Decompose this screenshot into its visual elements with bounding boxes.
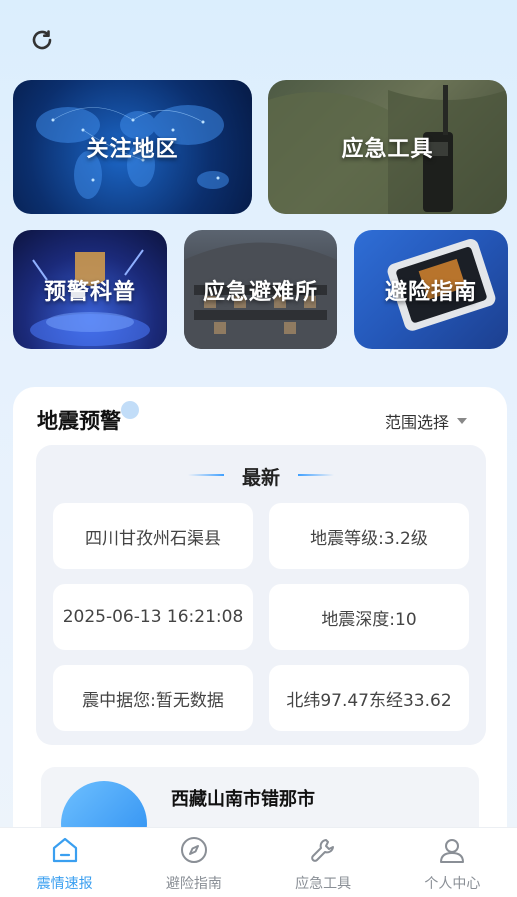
card-label: 避险指南: [384, 279, 477, 305]
card-label: 应急避难所: [202, 279, 318, 305]
tab-escape-guide[interactable]: 避险指南: [129, 828, 258, 897]
divider-left: [188, 474, 224, 476]
wrench-icon: [311, 839, 335, 862]
quake-time: 2025-06-13 16:21:08: [53, 584, 253, 650]
tab-quake-report[interactable]: 震情速报: [0, 828, 129, 897]
caret-down-icon: [457, 418, 467, 424]
card-escape-guide[interactable]: 避险指南: [354, 230, 508, 349]
latest-quake-box: 最新 四川甘孜州石渠县 地震等级:3.2级 2025-06-13 16:21:0…: [36, 445, 486, 745]
divider-right: [298, 474, 334, 476]
quake-distance: 震中据您:暂无数据: [53, 665, 253, 731]
range-select-label: 范围选择: [384, 413, 449, 432]
card-emergency-tools[interactable]: 应急工具: [268, 80, 507, 214]
latest-heading: 最新: [36, 463, 486, 490]
quake-depth: 地震深度:10: [269, 584, 469, 650]
decor-dot: [121, 401, 139, 419]
user-icon: [440, 839, 465, 863]
card-followed-region[interactable]: 关注地区: [13, 80, 252, 214]
tab-emergency-tools[interactable]: 应急工具: [259, 828, 388, 897]
tab-label: 应急工具: [295, 876, 352, 892]
card-label: 应急工具: [341, 137, 434, 162]
bottom-tab-bar: 震情速报 避险指南 应急工具 个人中心: [0, 827, 517, 897]
tab-profile[interactable]: 个人中心: [388, 828, 517, 897]
quake-coordinates: 北纬97.47东经33.62: [269, 665, 469, 731]
refresh-icon[interactable]: [30, 28, 54, 52]
earthquake-warning-panel: 地震预警 范围选择 最新 四川甘孜州石渠县 地震等级:3.2级 2025-06-…: [13, 387, 507, 837]
home-icon: [52, 837, 77, 863]
tab-label: 个人中心: [424, 876, 481, 892]
compass-icon: [180, 837, 207, 863]
card-label: 预警科普: [43, 279, 136, 305]
card-label: 关注地区: [86, 137, 179, 162]
card-emergency-shelter[interactable]: 应急避难所: [184, 230, 337, 349]
panel-title-text: 地震预警: [37, 409, 121, 433]
quake-list-place: 西藏山南市错那市: [171, 789, 315, 810]
range-select-dropdown[interactable]: 范围选择: [385, 409, 467, 433]
card-warning-science[interactable]: 预警科普: [13, 230, 167, 349]
tab-label: 震情速报: [36, 876, 93, 892]
tab-label: 避险指南: [165, 876, 222, 892]
quake-location: 四川甘孜州石渠县: [53, 503, 253, 569]
latest-label: 最新: [241, 467, 280, 489]
panel-title: 地震预警: [37, 401, 139, 435]
quake-magnitude: 地震等级:3.2级: [269, 503, 469, 569]
